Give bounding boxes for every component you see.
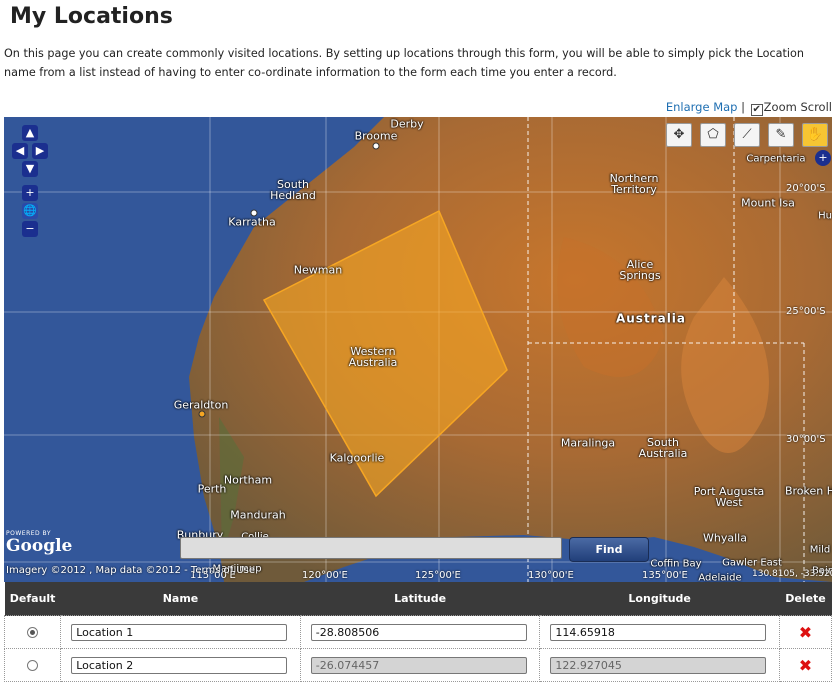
map-label-coffin-bay: Coffin Bay — [650, 558, 702, 570]
map-label-geraldton: Geraldton — [173, 398, 229, 412]
enlarge-map-link[interactable]: Enlarge Map — [666, 100, 738, 114]
col-name: Name — [60, 582, 301, 616]
map-label-south-australia: South Australia — [638, 436, 688, 460]
map-label-derby: Derby — [390, 117, 424, 131]
expand-panel-button[interactable]: + — [815, 150, 831, 166]
map-label-mandurah: Mandurah — [230, 508, 286, 522]
map-label-perth: Perth — [197, 482, 227, 496]
map-dot-geraldton — [198, 410, 206, 418]
grid-label-lon125: 125°00'E — [415, 570, 461, 581]
map-canvas[interactable]: Derby Broome South Hedland Karratha Newma… — [4, 117, 832, 582]
map-label-carpentaria: Carpentaria — [746, 153, 806, 165]
pan-right-button[interactable]: ▶ — [32, 143, 48, 159]
edit-tool-icon[interactable]: ✎ — [768, 123, 794, 147]
map-label-karratha: Karratha — [228, 215, 276, 229]
latitude-input[interactable]: -28.808506 — [310, 623, 527, 641]
intro-text: On this page you can create commonly vis… — [4, 47, 804, 79]
col-default: Default — [4, 582, 61, 616]
map-label-south-hedland: South Hedland — [270, 178, 316, 202]
google-logo: POWERED BY Google — [6, 530, 72, 555]
name-input[interactable]: Location 1 — [71, 623, 288, 641]
table-header-row: Default Name Latitude Longitude Delete — [4, 582, 832, 616]
globe-icon[interactable]: 🌐 — [22, 203, 38, 219]
col-latitude: Latitude — [300, 582, 540, 616]
map-label-hu: Hu — [818, 210, 832, 222]
col-delete: Delete — [779, 582, 832, 616]
grid-label-lat25: 25°00'S — [786, 306, 826, 317]
zoom-out-button[interactable]: − — [22, 221, 38, 237]
map-dot-karratha — [250, 209, 258, 217]
map-label-western-australia: Western Australia — [348, 345, 398, 369]
zoom-scroll-label[interactable]: Zoom Scroll — [764, 100, 832, 114]
map-label-northern-territory: Northern Territory — [609, 172, 659, 196]
satellite-imagery — [4, 117, 832, 582]
longitude-input[interactable]: 114.65918 — [550, 623, 767, 641]
polygon-tool-icon[interactable]: ⬠ — [700, 123, 726, 147]
zoom-scroll-checkbox[interactable]: ✔ — [750, 104, 763, 116]
map-label-broken-hill: Broken H — [784, 484, 832, 498]
table-row: Location 1 -28.808506 114.65918 ✖ — [3, 615, 833, 649]
map-label-broome: Broome — [354, 129, 398, 143]
polyline-tool-icon[interactable]: ⟋ — [734, 123, 760, 147]
pan-tool-icon[interactable]: ✥ — [666, 123, 692, 147]
map-label-whyalla: Whyalla — [703, 531, 747, 545]
grid-label-lon120: 120°00'E — [302, 570, 348, 581]
locations-table: Default Name Latitude Longitude Delete L… — [3, 582, 833, 682]
map-label-maralinga: Maralinga — [560, 436, 616, 450]
map-label-mount-isa: Mount Isa — [741, 196, 795, 210]
name-input[interactable]: Location 2 — [71, 656, 288, 674]
map-label-newman: Newman — [293, 263, 343, 277]
pan-up-button[interactable]: ▲ — [22, 125, 38, 141]
map-label-australia: Australia — [615, 311, 687, 326]
find-button[interactable]: Find — [569, 537, 649, 562]
grid-label-lon130: 130°00'E — [528, 570, 574, 581]
hand-tool-icon[interactable]: ✋ — [802, 123, 828, 147]
delete-icon[interactable]: ✖ — [781, 656, 830, 675]
default-radio[interactable] — [27, 626, 39, 638]
coordinate-readout: 130.8105, -33.5202 — [752, 569, 832, 579]
zoom-in-button[interactable]: + — [22, 185, 38, 201]
grid-label-lat30: 30°00'S — [786, 434, 826, 445]
table-row: Location 2 -26.074457 122.927045 ✖ — [3, 648, 833, 682]
page-title: My Locations — [10, 4, 173, 29]
pan-left-button[interactable]: ◀ — [12, 143, 28, 159]
pan-down-button[interactable]: ▼ — [22, 161, 38, 177]
google-wordmark: Google — [6, 536, 73, 556]
link-separator: | — [741, 100, 745, 114]
delete-icon[interactable]: ✖ — [781, 623, 830, 642]
map-attribution: Imagery ©2012 , Map data ©2012 - Terms o… — [6, 565, 256, 576]
map-label-gawler-east: Gawler East — [722, 557, 782, 569]
latitude-input[interactable]: -26.074457 — [310, 656, 527, 674]
grid-label-lat20: 20°00'S — [786, 183, 826, 194]
map-label-alice-springs: Alice Springs — [619, 258, 661, 282]
map-label-mild: Mild — [809, 544, 831, 556]
map-label-kalgoorlie: Kalgoorlie — [329, 451, 385, 465]
map-label-northam: Northam — [223, 473, 273, 487]
map-label-adelaide: Adelaide — [698, 572, 742, 583]
col-longitude: Longitude — [539, 582, 780, 616]
map-links: Enlarge Map | ✔ Zoom Scroll — [666, 100, 832, 116]
map-label-port-augusta: Port Augusta West — [693, 485, 765, 509]
default-radio[interactable] — [27, 659, 39, 671]
map-dot-broome — [372, 142, 380, 150]
find-location-input[interactable] — [180, 537, 562, 559]
grid-label-lon135: 135°00'E — [642, 570, 688, 581]
longitude-input[interactable]: 122.927045 — [550, 656, 767, 674]
